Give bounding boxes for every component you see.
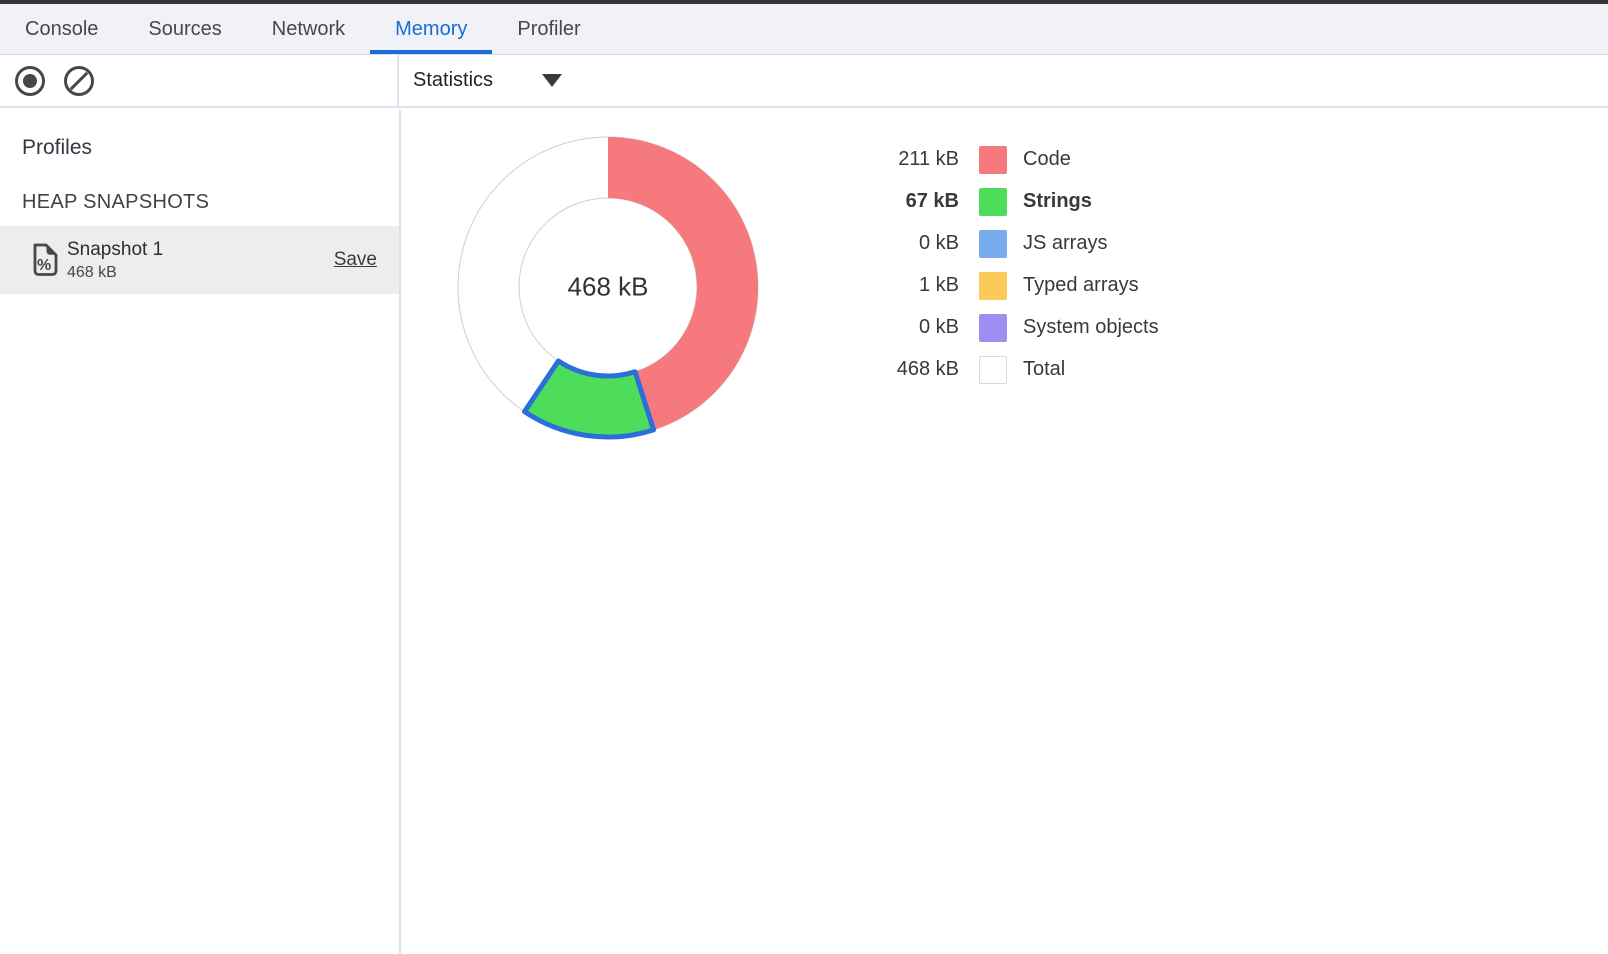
heap-snapshots-section-title: HEAP SNAPSHOTS xyxy=(22,191,399,214)
legend-row-code[interactable]: 211 kB Code xyxy=(849,145,1159,174)
snapshot-size: 468 kB xyxy=(67,264,163,282)
panel-tabbar: ConsoleSourcesNetworkMemoryProfiler xyxy=(0,4,1608,55)
legend-label: Total xyxy=(1023,358,1065,381)
legend-value: 468 kB xyxy=(849,358,959,381)
legend-value: 0 kB xyxy=(849,232,959,255)
devtools-window: ConsoleSourcesNetworkMemoryProfiler Stat… xyxy=(0,0,1608,108)
clear-profiles-button[interactable] xyxy=(61,63,97,99)
legend-label: JS arrays xyxy=(1023,232,1107,255)
legend-value: 1 kB xyxy=(849,274,959,297)
tab-sources[interactable]: Sources xyxy=(123,4,246,54)
legend-row-typed-arrays[interactable]: 1 kB Typed arrays xyxy=(849,271,1159,300)
donut-slice-strings[interactable] xyxy=(524,361,653,437)
legend-label: Typed arrays xyxy=(1023,274,1139,297)
legend-value: 67 kB xyxy=(849,190,959,213)
record-heap-snapshot-button[interactable] xyxy=(12,63,48,99)
save-snapshot-link[interactable]: Save xyxy=(334,249,377,271)
statistics-view: 468 kB 211 kB Code 67 kB Strings 0 kB JS arra… xyxy=(401,110,1608,954)
tab-memory[interactable]: Memory xyxy=(370,4,492,54)
legend-value: 211 kB xyxy=(849,148,959,171)
toolbar: Statistics xyxy=(0,55,1608,108)
legend-swatch-total xyxy=(979,356,1007,384)
snapshot-name: Snapshot 1 xyxy=(67,239,163,261)
snapshot-text: Snapshot 1 468 kB xyxy=(67,239,163,282)
record-icon xyxy=(12,63,48,99)
legend-row-js-arrays[interactable]: 0 kB JS arrays xyxy=(849,229,1159,258)
legend-row-strings[interactable]: 67 kB Strings xyxy=(849,187,1159,216)
perspective-dropdown-label: Statistics xyxy=(413,69,493,92)
tab-console[interactable]: Console xyxy=(0,4,123,54)
legend-swatch-typed-arrays xyxy=(979,272,1007,300)
legend-label: System objects xyxy=(1023,316,1159,339)
legend-swatch-code xyxy=(979,146,1007,174)
toolbar-main-section: Statistics xyxy=(399,55,562,106)
profiles-title: Profiles xyxy=(22,136,399,160)
legend-label: Strings xyxy=(1023,190,1092,213)
chevron-down-icon xyxy=(542,74,562,87)
chart-legend: 211 kB Code 67 kB Strings 0 kB JS arrays 1 kB T… xyxy=(849,145,1159,397)
perspective-dropdown[interactable]: Statistics xyxy=(413,69,562,92)
legend-swatch-system-objects xyxy=(979,314,1007,342)
legend-row-total[interactable]: 468 kB Total xyxy=(849,355,1159,384)
toolbar-left-section xyxy=(0,55,399,106)
sidebar-item-snapshot-1[interactable]: % Snapshot 1 468 kB Save xyxy=(0,226,399,294)
tab-network[interactable]: Network xyxy=(247,4,370,54)
profiles-sidebar: Profiles HEAP SNAPSHOTS % Snapshot 1 468… xyxy=(0,110,401,954)
donut-center-total: 468 kB xyxy=(568,272,649,303)
legend-swatch-js-arrays xyxy=(979,230,1007,258)
legend-row-system-objects[interactable]: 0 kB System objects xyxy=(849,313,1159,342)
clear-icon xyxy=(61,63,97,99)
legend-value: 0 kB xyxy=(849,316,959,339)
tab-profiler[interactable]: Profiler xyxy=(492,4,605,54)
legend-label: Code xyxy=(1023,148,1071,171)
legend-swatch-strings xyxy=(979,188,1007,216)
heap-snapshot-file-icon: % xyxy=(30,243,60,277)
svg-text:%: % xyxy=(37,257,51,274)
